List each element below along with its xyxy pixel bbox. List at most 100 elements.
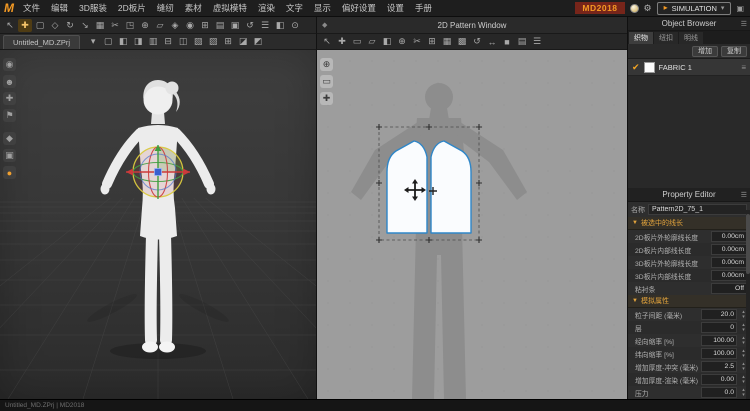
scrollbar-thumb[interactable] <box>746 214 750 274</box>
toolbar-icon[interactable]: ✚ <box>18 18 32 32</box>
property-value-field[interactable]: 100.00 <box>701 335 737 346</box>
toolbar-icon[interactable]: ▱ <box>365 35 379 48</box>
section-selected-line-length[interactable]: ▼ 被选中的线长 <box>628 217 750 230</box>
toolbar-icon[interactable]: ▩ <box>455 35 469 48</box>
menu-item[interactable]: 渲染 <box>258 2 275 14</box>
toolbar-icon[interactable]: ◧ <box>273 19 287 32</box>
fabric-list-item[interactable]: ✔ FABRIC 1 ≡ <box>628 59 750 76</box>
property-value-field[interactable]: 0.00 <box>701 374 737 385</box>
toolbar-icon[interactable]: ◪ <box>236 35 250 48</box>
toolbar-icon[interactable]: ⊕ <box>395 35 409 48</box>
toolbar-icon[interactable]: ▨ <box>206 35 220 48</box>
toolbar-icon[interactable]: ✂ <box>410 35 424 48</box>
toolbar-icon[interactable]: ◇ <box>48 19 62 32</box>
transform-gizmo[interactable] <box>126 145 190 199</box>
panel-menu-icon[interactable]: ☰ <box>741 20 747 28</box>
side-tool-icon[interactable]: ● <box>3 166 16 179</box>
tab-topstitch[interactable]: 明线 <box>679 32 703 44</box>
toolbar-icon[interactable]: ↖ <box>320 35 334 48</box>
menu-item[interactable]: 显示 <box>314 2 331 14</box>
toolbar-icon[interactable]: ✂ <box>108 19 122 32</box>
toolbar-icon[interactable]: ↺ <box>470 35 484 48</box>
toolbar-icon[interactable]: ⊕ <box>138 19 152 32</box>
menu-item[interactable]: 素材 <box>185 2 202 14</box>
toolbar-icon[interactable]: ⊞ <box>198 19 212 32</box>
toolbar-icon[interactable]: ▣ <box>228 19 242 32</box>
section-collapse-icon[interactable]: ▼ <box>632 220 638 226</box>
viewport-3d-canvas[interactable] <box>0 50 316 399</box>
check-icon[interactable]: ✔ <box>632 62 640 72</box>
toolbar-icon[interactable]: ↺ <box>243 19 257 32</box>
toolbar-icon[interactable]: ▢ <box>33 19 47 32</box>
layout-icon[interactable]: ▣ <box>736 4 744 13</box>
toolbar-icon[interactable]: ✚ <box>335 35 349 48</box>
toolbar-icon[interactable]: ◉ <box>183 19 197 32</box>
settings-gear-icon[interactable]: ⚙ <box>644 3 652 13</box>
document-tab[interactable]: Untitled_MD.ZPrj <box>3 34 81 49</box>
drag-handle-icon[interactable]: ≡ <box>741 63 746 72</box>
property-value-field[interactable]: 0.00cm <box>711 231 747 242</box>
toolbar-icon[interactable]: ▧ <box>191 35 205 48</box>
toolbar-icon[interactable]: ▥ <box>146 35 160 48</box>
viewport-3d[interactable]: ◉ ☻ ✚ ⚑ ◆ ▣ ● <box>0 50 316 399</box>
side-tool-icon[interactable]: ▭ <box>320 75 333 88</box>
tab-fabric[interactable]: 织物 <box>629 32 653 44</box>
menu-item[interactable]: 编辑 <box>51 2 68 14</box>
toolbar-icon[interactable]: ◧ <box>116 35 130 48</box>
pattern-piece-right[interactable] <box>430 140 472 234</box>
section-collapse-icon[interactable]: ▼ <box>632 298 638 304</box>
toolbar-icon[interactable]: ⊞ <box>425 35 439 48</box>
side-tool-icon[interactable]: ⚑ <box>3 109 16 122</box>
pattern-piece-left[interactable] <box>386 140 428 234</box>
toolbar-icon[interactable]: ↘ <box>78 19 92 32</box>
property-value-field[interactable]: 0.00cm <box>711 257 747 268</box>
tab-button[interactable]: 纽扣 <box>654 32 678 44</box>
pattern-name-field[interactable]: Pattern2D_75_1 <box>648 204 747 215</box>
toolbar-icon[interactable]: ▤ <box>213 19 227 32</box>
toolbar-icon[interactable]: ↖ <box>3 19 17 32</box>
toolbar-icon[interactable]: ■ <box>500 35 514 48</box>
viewport-2d[interactable]: ⊕ ▭ ✚ <box>316 50 627 399</box>
toolbar-icon[interactable]: ▦ <box>440 35 454 48</box>
add-fabric-button[interactable]: 增加 <box>692 45 718 57</box>
toolbar-icon[interactable]: ▭ <box>350 35 364 48</box>
toolbar-icon[interactable]: ⊟ <box>161 35 175 48</box>
toolbar-icon[interactable]: ↻ <box>63 19 77 32</box>
toolbar-icon[interactable]: ☰ <box>530 35 544 48</box>
menu-item[interactable]: 3D服装 <box>79 2 107 14</box>
property-value-field[interactable]: 0.00cm <box>711 270 747 281</box>
simulation-button[interactable]: ▸ SIMULATION ▾ <box>656 1 732 15</box>
toolbar-icon[interactable]: ◧ <box>380 35 394 48</box>
side-tool-icon[interactable]: ✚ <box>320 92 333 105</box>
menu-item[interactable]: 设置 <box>387 2 404 14</box>
object-browser-header[interactable]: Object Browser ☰ <box>628 17 750 31</box>
user-avatar-icon[interactable] <box>629 3 639 13</box>
side-tool-icon[interactable]: ◆ <box>3 132 16 145</box>
menu-item[interactable]: 2D板片 <box>118 2 146 14</box>
side-tool-icon[interactable]: ⊕ <box>320 58 333 71</box>
property-value-field[interactable]: 0 <box>701 322 737 333</box>
property-value-field[interactable]: 2.5 <box>701 361 737 372</box>
side-tool-icon[interactable]: ▣ <box>3 149 16 162</box>
panel-menu-icon[interactable]: ☰ <box>741 191 747 199</box>
property-value-field[interactable]: 0.00cm <box>711 244 747 255</box>
copy-fabric-button[interactable]: 复制 <box>721 45 747 57</box>
toolbar-icon[interactable]: ⊙ <box>288 19 302 32</box>
side-tool-icon[interactable]: ✚ <box>3 92 16 105</box>
toolbar-icon[interactable]: ◈ <box>168 19 182 32</box>
property-value-field[interactable]: 100.00 <box>701 348 737 359</box>
menu-item[interactable]: 文件 <box>23 2 40 14</box>
window-menu-icon[interactable]: ◆ <box>322 21 327 29</box>
toolbar-icon[interactable]: ◩ <box>251 35 265 48</box>
toolbar-icon[interactable]: ◨ <box>131 35 145 48</box>
viewport-2d-canvas[interactable] <box>317 50 627 399</box>
property-value-field[interactable]: Off <box>711 283 747 294</box>
toolbar-icon[interactable]: ◳ <box>123 19 137 32</box>
toolbar-icon[interactable]: ▢ <box>101 35 115 48</box>
property-value-field[interactable]: 20.0 <box>701 309 737 320</box>
menu-item[interactable]: 文字 <box>286 2 303 14</box>
toolbar-icon[interactable]: ▱ <box>153 19 167 32</box>
menu-item[interactable]: 虚拟模特 <box>213 2 247 14</box>
property-value-field[interactable]: 0.0 <box>701 387 737 398</box>
menu-item[interactable]: 缝纫 <box>157 2 174 14</box>
